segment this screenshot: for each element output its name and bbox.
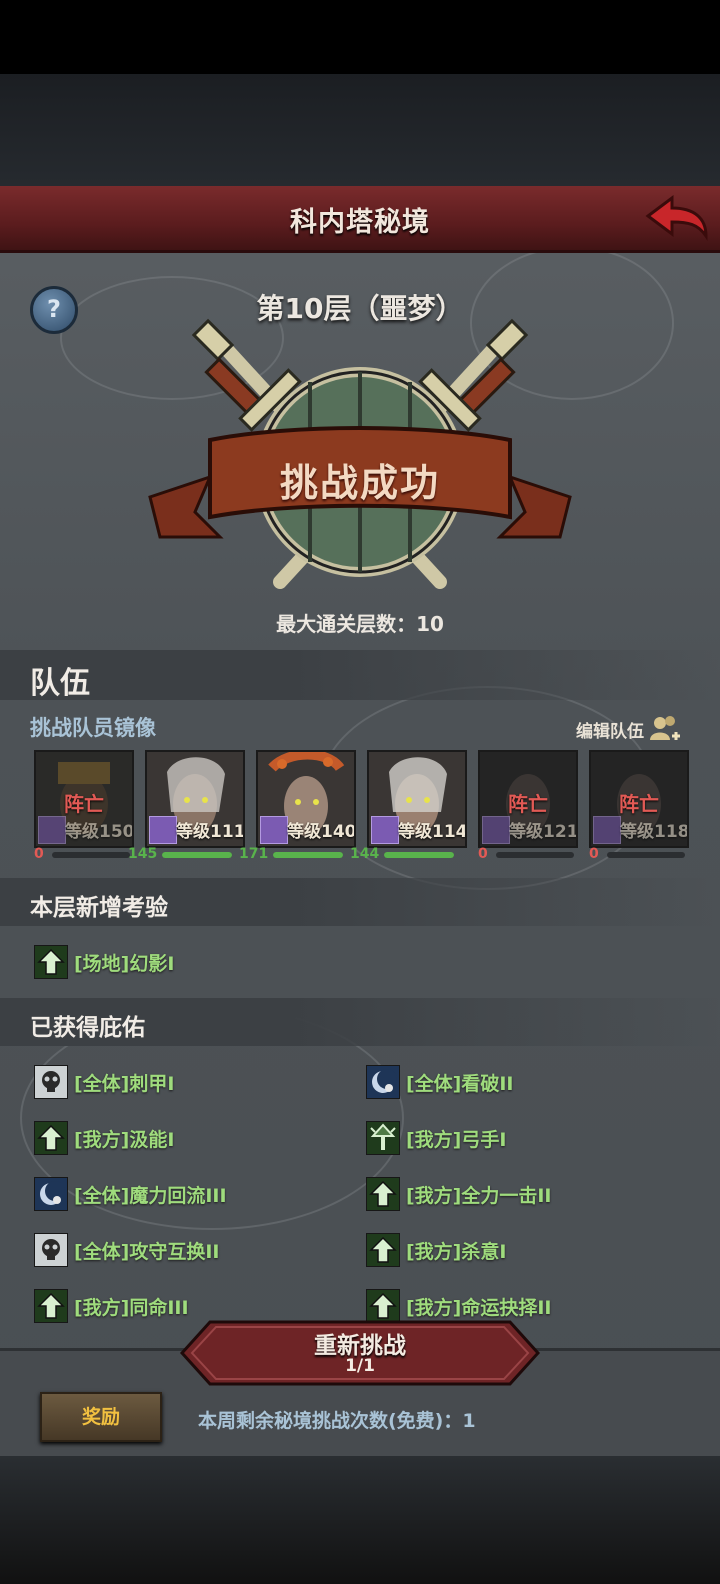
member-card[interactable]: 阵亡 等级150 (34, 750, 134, 848)
blessing-item[interactable]: [我方]全力一击II (366, 1176, 552, 1212)
blessing-label: [我方]全力一击II (406, 1184, 552, 1207)
level-text: 等级118 (620, 822, 689, 842)
page-title: 科内塔秘境 (290, 207, 430, 238)
arrow-up-icon (366, 1289, 400, 1323)
retry-label: 重新挑战 (314, 1333, 406, 1359)
moon-icon (366, 1065, 400, 1099)
blessing-label: [全体]看破II (406, 1072, 514, 1095)
team-subtitle: 挑战队员镜像 (30, 716, 156, 740)
hp-value: 0 (589, 846, 599, 862)
blessing-label: [全体]攻守互换II (74, 1240, 220, 1263)
blessing-item[interactable]: [全体]攻守互换II (34, 1232, 220, 1268)
arrow-up-icon (34, 1289, 68, 1323)
blessing-label: [我方]同命III (74, 1296, 189, 1319)
level-text: 等级114 (398, 822, 467, 842)
trials-section-title: 本层新增考验 (30, 895, 168, 921)
blessing-label: [全体]刺甲I (74, 1072, 175, 1095)
reward-button[interactable]: 奖励 (40, 1392, 162, 1442)
moon-icon (34, 1177, 68, 1211)
bottom-backdrop (0, 1456, 720, 1584)
blessing-item[interactable]: [全体]看破II (366, 1064, 514, 1100)
member-card[interactable]: 等级114 (367, 750, 467, 848)
blessing-label: [我方]杀意I (406, 1240, 507, 1263)
dead-label: 阵亡 (508, 792, 548, 816)
member-card[interactable]: 阵亡 等级118 (589, 750, 689, 848)
max-floor-text: 最大通关层数：10 (276, 612, 444, 636)
title-bar: 科内塔秘境 (0, 186, 720, 253)
class-icon (38, 816, 66, 844)
blessing-label: [全体]魔力回流III (74, 1184, 227, 1207)
dead-label: 阵亡 (619, 792, 659, 816)
arrow-up-icon (366, 1177, 400, 1211)
level-text: 等级150 (65, 822, 134, 842)
edit-team-label: 编辑队伍 (576, 721, 644, 742)
status-bar (0, 0, 720, 74)
class-icon (371, 816, 399, 844)
hp-value: 0 (34, 846, 44, 862)
team-section-title: 队伍 (30, 666, 90, 701)
skull-icon (34, 1233, 68, 1267)
blessing-item[interactable]: [我方]同命III (34, 1288, 189, 1324)
team-add-icon (650, 716, 680, 740)
member-card[interactable]: 等级140 (256, 750, 356, 848)
hp-bar: 171 (239, 846, 343, 862)
class-icon (149, 816, 177, 844)
blessings-section-title: 已获得庇佑 (30, 1015, 145, 1041)
trial-label: [场地]幻影I (74, 952, 175, 975)
hp-bar: 145 (128, 846, 232, 862)
blessing-label: [我方]汲能I (74, 1128, 175, 1151)
class-icon (482, 816, 510, 844)
blessing-item[interactable]: [我方]命运抉择II (366, 1288, 552, 1324)
weekly-remaining-text: 本周剩余秘境挑战次数(免费)：1 (198, 1410, 476, 1432)
hp-value: 171 (239, 846, 269, 862)
hp-bar: 0 (34, 846, 130, 862)
hp-bar: 0 (589, 846, 685, 862)
dead-label: 阵亡 (64, 792, 104, 816)
tree-icon (366, 1121, 400, 1155)
arrow-up-icon (34, 945, 68, 979)
arrow-up-icon (34, 1121, 68, 1155)
blessing-item[interactable]: [我方]弓手I (366, 1120, 506, 1156)
top-backdrop (0, 74, 720, 186)
blessing-label: [我方]弓手I (406, 1128, 507, 1151)
blessing-item[interactable]: [我方]杀意I (366, 1232, 506, 1268)
trial-item[interactable]: [场地]幻影I (34, 944, 174, 980)
team-members: 阵亡 等级150 等级111 等级140 等级114 阵亡 等级121 阵亡 等… (34, 750, 694, 870)
level-text: 等级121 (509, 822, 578, 842)
result-text: 挑战成功 (279, 461, 440, 505)
hp-value: 145 (128, 846, 158, 862)
member-card[interactable]: 阵亡 等级121 (478, 750, 578, 848)
hp-bar: 144 (350, 846, 454, 862)
arrow-up-icon (366, 1233, 400, 1267)
level-text: 等级111 (176, 822, 245, 842)
hp-bar: 0 (478, 846, 574, 862)
team-section-bar (0, 650, 720, 700)
level-text: 等级140 (287, 822, 356, 842)
class-icon (260, 816, 288, 844)
retry-count: 1/1 (345, 1356, 375, 1376)
back-arrow-icon[interactable] (642, 192, 710, 244)
blessing-item[interactable]: [我方]汲能I (34, 1120, 174, 1156)
hp-value: 0 (478, 846, 488, 862)
edit-team-button[interactable]: 编辑队伍 (576, 714, 682, 744)
hp-value: 144 (350, 846, 380, 862)
blessing-item[interactable]: [全体]魔力回流III (34, 1176, 227, 1212)
blessing-label: [我方]命运抉择II (406, 1296, 552, 1319)
blessing-item[interactable]: [全体]刺甲I (34, 1064, 174, 1100)
member-card[interactable]: 等级111 (145, 750, 245, 848)
class-icon (593, 816, 621, 844)
skull-icon (34, 1065, 68, 1099)
